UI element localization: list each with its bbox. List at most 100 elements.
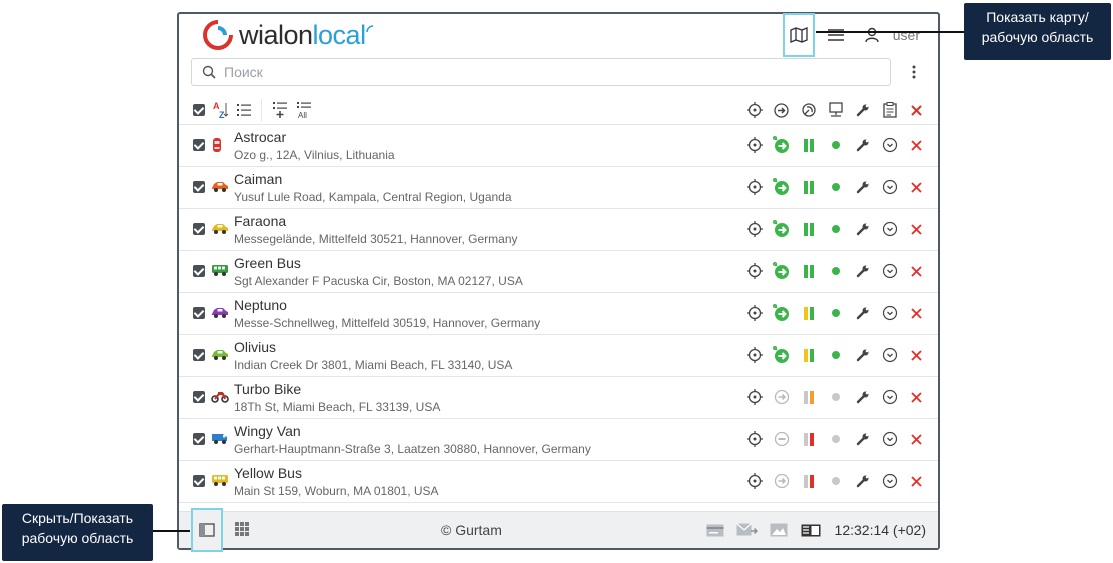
notifications-button[interactable] [731,518,763,542]
connection-state[interactable] [795,385,822,409]
unit-row[interactable]: Yellow Bus Main St 159, Woburn, MA 01801,… [179,461,938,503]
unit-menu-button[interactable] [876,343,903,367]
add-all-icon[interactable]: All [296,101,314,119]
locate-unit-button[interactable] [741,217,768,241]
unit-checkbox[interactable] [193,223,205,235]
remove-unit-button[interactable] [903,385,930,409]
motion-state[interactable] [768,175,795,199]
remove-unit-button[interactable] [903,259,930,283]
add-to-list-icon[interactable] [272,101,288,119]
unit-properties-button[interactable] [849,469,876,493]
unit-row[interactable]: Turbo Bike 18Th St, Miami Beach, FL 33139… [179,377,938,419]
locate-unit-button[interactable] [741,385,768,409]
unit-name[interactable]: Turbo Bike [234,381,301,397]
search-box[interactable] [191,58,891,86]
unit-name[interactable]: Faraona [234,213,286,229]
unit-row[interactable]: Astrocar Ozo g., 12A, Vilnius, Lithuania [179,125,938,167]
motion-state[interactable] [768,427,795,451]
motion-column-button[interactable] [768,99,795,121]
status-dot[interactable] [822,175,849,199]
list-view-icon[interactable] [237,103,251,117]
status-dot[interactable] [822,259,849,283]
unit-properties-button[interactable] [849,343,876,367]
motion-state[interactable] [768,133,795,157]
unit-row[interactable]: Wingy Van Gerhart-Hauptmann-Straße 3, Laa… [179,419,938,461]
menu-button[interactable] [821,20,851,50]
connection-state[interactable] [795,259,822,283]
locate-unit-button[interactable] [741,427,768,451]
locate-unit-button[interactable] [741,343,768,367]
status-dot[interactable] [822,427,849,451]
unit-properties-button[interactable] [849,385,876,409]
connection-state[interactable] [795,175,822,199]
status-dot[interactable] [822,301,849,325]
status-dot[interactable] [822,469,849,493]
status-dot[interactable] [822,385,849,409]
unit-row[interactable]: Green Bus Sgt Alexander F Pacuska Cir, Bo… [179,251,938,293]
docs-button[interactable] [795,518,827,542]
connection-state[interactable] [795,427,822,451]
unit-menu-button[interactable] [876,469,903,493]
unit-properties-button[interactable] [849,175,876,199]
locate-column-button[interactable] [741,99,768,121]
more-options-button[interactable] [904,62,924,82]
unit-menu-button[interactable] [876,133,903,157]
remove-unit-button[interactable] [903,469,930,493]
motion-state[interactable] [768,469,795,493]
remove-unit-button[interactable] [903,343,930,367]
connection-state[interactable] [795,133,822,157]
remove-unit-button[interactable] [903,133,930,157]
unit-checkbox[interactable] [193,139,205,151]
unit-name[interactable]: Green Bus [234,255,301,271]
unit-checkbox[interactable] [193,475,205,487]
motion-state[interactable] [768,301,795,325]
unit-properties-button[interactable] [849,301,876,325]
unit-properties-button[interactable] [849,133,876,157]
unit-properties-button[interactable] [849,259,876,283]
unit-row[interactable]: Caiman Yusuf Lule Road, Kampala, Central … [179,167,938,209]
unit-row[interactable]: Faraona Messegelände, Mittelfeld 30521, H… [179,209,938,251]
gallery-button[interactable] [763,518,795,542]
unit-name[interactable]: Yellow Bus [234,465,302,481]
remove-unit-button[interactable] [903,427,930,451]
status-dot[interactable] [822,133,849,157]
locate-unit-button[interactable] [741,469,768,493]
unit-menu-button[interactable] [876,427,903,451]
show-map-button[interactable] [782,13,815,57]
connection-state[interactable] [795,217,822,241]
unit-menu-button[interactable] [876,217,903,241]
select-all-checkbox[interactable] [193,104,205,116]
unit-checkbox[interactable] [193,181,205,193]
delete-all-button[interactable] [903,99,930,121]
unit-menu-button[interactable] [876,385,903,409]
unit-row[interactable]: Olivius Indian Creek Dr 3801, Miami Beach… [179,335,938,377]
unit-properties-button[interactable] [849,217,876,241]
remove-unit-button[interactable] [903,301,930,325]
unit-checkbox[interactable] [193,349,205,361]
unit-menu-button[interactable] [876,259,903,283]
status-dot[interactable] [822,343,849,367]
toggle-workspace-button[interactable] [191,508,223,552]
connection-column-button[interactable] [795,99,822,121]
unit-checkbox[interactable] [193,265,205,277]
remove-unit-button[interactable] [903,217,930,241]
locate-unit-button[interactable] [741,259,768,283]
unit-name[interactable]: Neptuno [234,297,287,313]
unit-name[interactable]: Astrocar [234,129,286,145]
user-button[interactable] [857,20,887,50]
sort-az-icon[interactable]: A Z [213,101,229,119]
connection-state[interactable] [795,469,822,493]
remove-unit-button[interactable] [903,175,930,199]
unit-menu-button[interactable] [876,175,903,199]
unit-row[interactable]: Neptuno Messe-Schnellweg, Mittelfeld 3051… [179,293,938,335]
motion-state[interactable] [768,217,795,241]
properties-column-button[interactable] [849,99,876,121]
unit-name[interactable]: Caiman [234,171,282,187]
device-column-button[interactable] [822,99,849,121]
unit-menu-button[interactable] [876,301,903,325]
report-column-button[interactable] [876,99,903,121]
unit-name[interactable]: Wingy Van [234,423,301,439]
locate-unit-button[interactable] [741,133,768,157]
unit-checkbox[interactable] [193,391,205,403]
unit-checkbox[interactable] [193,307,205,319]
